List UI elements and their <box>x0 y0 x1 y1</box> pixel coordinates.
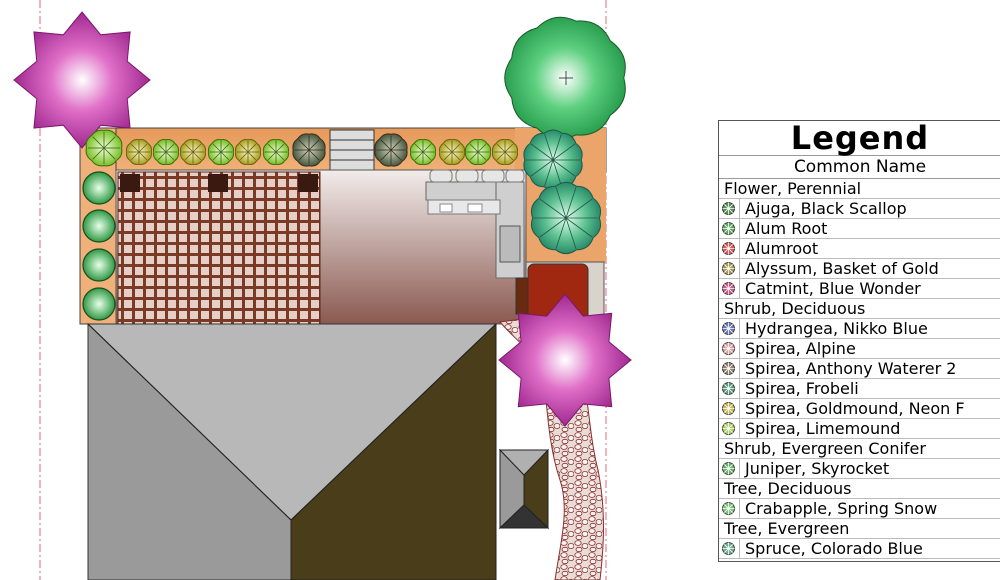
spirea-alpine-icon <box>719 339 740 358</box>
spirea-goldmound-symbol <box>235 139 261 165</box>
spirea-limemound-symbol <box>410 139 436 165</box>
legend-item-label: Alumroot <box>745 239 819 258</box>
spruce-icon <box>719 539 740 558</box>
spirea-limemound-symbol <box>465 139 491 165</box>
legend-item: Hydrangea, Nikko Blue <box>719 319 1000 339</box>
legend-column-header: Common Name <box>719 156 1000 179</box>
legend-item: Spirea, Limemound <box>719 419 1000 439</box>
site-plan <box>13 0 632 580</box>
legend-item-label: Spirea, Alpine <box>745 339 856 358</box>
legend-item-label: Spruce, Colorado Blue <box>745 539 923 558</box>
legend-item: Juniper, Skyrocket <box>719 459 1000 479</box>
legend-item: Spirea, Anthony Waterer 2 <box>719 359 1000 379</box>
juniper-symbol <box>82 171 116 205</box>
juniper-symbol <box>82 209 116 243</box>
spruce-symbol <box>530 181 602 255</box>
alum-root-icon <box>719 219 740 238</box>
legend-item-label: Spirea, Frobeli <box>745 379 859 398</box>
shed <box>498 448 550 530</box>
legend-item-label: Crabapple, Spring Snow <box>745 499 938 518</box>
legend-body: Flower, Perennial Ajuga, Black Scallop Alu… <box>719 179 1000 559</box>
crabapple-tree-symbol <box>498 293 632 427</box>
house-roof <box>87 322 497 580</box>
legend-item-label: Spirea, Anthony Waterer 2 <box>745 359 957 378</box>
spirea-limemound-symbol <box>153 139 179 165</box>
legend-item-label: Alum Root <box>745 219 828 238</box>
legend-item-label: Hydrangea, Nikko Blue <box>745 319 928 338</box>
legend-item: Spirea, Goldmound, Neon F <box>719 399 1000 419</box>
legend-title: Legend <box>719 121 1000 156</box>
legend-item: Alyssum, Basket of Gold <box>719 259 1000 279</box>
juniper-symbol <box>82 287 116 321</box>
legend-item: Spruce, Colorado Blue <box>719 539 1000 559</box>
legend: Legend Common Name Flower, Perennial Ajug… <box>718 120 1000 562</box>
hydrangea-icon <box>719 319 740 338</box>
juniper-symbol <box>82 248 116 282</box>
legend-category: Tree, Deciduous <box>719 479 1000 499</box>
legend-item-label: Alyssum, Basket of Gold <box>745 259 939 278</box>
legend-item-label: Catmint, Blue Wonder <box>745 279 921 298</box>
legend-item: Spirea, Alpine <box>719 339 1000 359</box>
legend-item: Alum Root <box>719 219 1000 239</box>
spirea-goldmound-symbol <box>439 139 465 165</box>
spirea-anthony-waterer-symbol <box>374 133 408 167</box>
spirea-frobeli-icon <box>719 379 740 398</box>
spirea-limemound-symbol <box>208 139 234 165</box>
legend-item-label: Spirea, Goldmound, Neon F <box>745 399 965 418</box>
legend-category: Shrub, Evergreen Conifer <box>719 439 1000 459</box>
legend-item-label: Ajuga, Black Scallop <box>745 199 907 218</box>
pergola <box>117 171 321 325</box>
legend-item: Alumroot <box>719 239 1000 259</box>
spirea-goldmound-symbol <box>126 139 152 165</box>
catmint-icon <box>719 279 740 298</box>
alumroot-icon <box>719 239 740 258</box>
spirea-anthony-waterer-symbol <box>292 133 326 167</box>
legend-category: Shrub, Deciduous <box>719 299 1000 319</box>
spirea-limemound-symbol <box>85 129 123 167</box>
ajuga-icon <box>719 199 740 218</box>
legend-item: Ajuga, Black Scallop <box>719 199 1000 219</box>
spruce-symbol <box>523 129 583 191</box>
legend-item-label: Spirea, Limemound <box>745 419 901 438</box>
legend-item-label: Juniper, Skyrocket <box>745 459 890 478</box>
legend-item: Crabapple, Spring Snow <box>719 499 1000 519</box>
alyssum-icon <box>719 259 740 278</box>
entry-steps <box>329 129 375 171</box>
crabapple-tree-symbol <box>13 11 151 149</box>
spirea-limemound-icon <box>719 419 740 438</box>
legend-item: Spirea, Frobeli <box>719 379 1000 399</box>
juniper-icon <box>719 459 740 478</box>
crabapple-tree-symbol <box>504 16 626 140</box>
spirea-goldmound-symbol <box>180 139 206 165</box>
legend-category: Tree, Evergreen <box>719 519 1000 539</box>
legend-item: Catmint, Blue Wonder <box>719 279 1000 299</box>
legend-category: Flower, Perennial <box>719 179 1000 199</box>
spirea-anthony-icon <box>719 359 740 378</box>
spirea-goldmound-symbol <box>492 139 518 165</box>
spirea-goldmound-icon <box>719 399 740 418</box>
crabapple-icon <box>719 499 740 518</box>
spirea-limemound-symbol <box>263 139 289 165</box>
